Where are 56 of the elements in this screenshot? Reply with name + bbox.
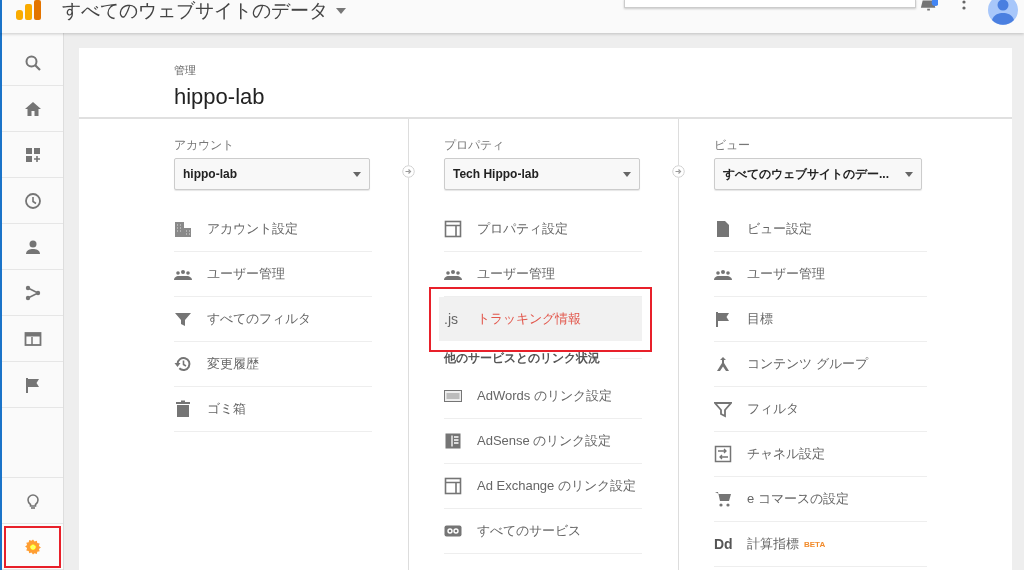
- column-label: アカウント: [174, 137, 235, 151]
- banner-icon: [444, 387, 462, 405]
- menu-item[interactable]: e コマースの設定: [714, 477, 927, 522]
- flag-icon: [714, 310, 732, 328]
- code-icon: Dd: [714, 536, 732, 552]
- bell-icon[interactable]: [920, 0, 938, 12]
- menu-item[interactable]: フィルタ: [714, 387, 927, 432]
- branch-icon: [23, 283, 42, 302]
- page-title: hippo-lab: [174, 84, 266, 110]
- dropdown[interactable]: Tech Hippo-lab: [444, 158, 640, 190]
- window-icon: [23, 329, 42, 348]
- column-label: プロパティ: [444, 137, 505, 151]
- menu-item[interactable]: AdSense のリンク設定: [444, 419, 642, 464]
- caret-icon: [623, 171, 631, 177]
- filter-icon: [714, 400, 732, 418]
- document-icon: [714, 220, 732, 238]
- layout-icon: [444, 220, 462, 238]
- home-icon: [23, 99, 42, 118]
- search-field[interactable]: [624, 0, 916, 8]
- columns-icon: [444, 432, 462, 450]
- menu-item[interactable]: ビュー設定: [714, 207, 927, 252]
- building-icon: [174, 220, 192, 238]
- filter-icon: [174, 310, 192, 328]
- menu-item[interactable]: 目標: [714, 297, 927, 342]
- section-label: 管理: [174, 63, 197, 78]
- history-icon: [174, 355, 192, 373]
- dropdown[interactable]: すべてのウェブサイトのデー...: [714, 158, 922, 190]
- merge-icon: [714, 355, 732, 373]
- menu-item[interactable]: チャネル設定: [714, 432, 927, 477]
- logo-icon: [16, 0, 42, 20]
- beta-label: BETA: [804, 539, 826, 549]
- sidebar-item[interactable]: [2, 524, 63, 570]
- avatar-icon[interactable]: [988, 0, 1018, 25]
- caret-icon: [353, 171, 361, 177]
- section-heading: 他のサービスとのリンク状況: [444, 342, 642, 374]
- search-icon: [23, 53, 42, 72]
- caret-icon: [905, 171, 913, 177]
- menu-item[interactable]: .js トラッキング情報: [439, 297, 642, 342]
- settings-icon: [23, 537, 42, 556]
- code-icon: .js: [444, 311, 462, 327]
- layout-icon: [444, 477, 462, 495]
- column-label: ビュー: [714, 137, 751, 151]
- cart-icon: [714, 490, 732, 508]
- menu-item[interactable]: コンテンツ グループ: [714, 342, 927, 387]
- caret-icon: [336, 7, 346, 14]
- trash-icon: [174, 400, 192, 418]
- arrow-circle-icon: [401, 165, 415, 178]
- dropdown[interactable]: hippo-lab: [174, 158, 370, 190]
- arrow-circle-icon: [671, 165, 685, 178]
- flag-icon: [23, 375, 42, 394]
- menu-item[interactable]: AdWords のリンク設定: [444, 374, 642, 419]
- dashboard-icon: [23, 145, 42, 164]
- channel-icon: [714, 445, 732, 463]
- menu-item[interactable]: Dd 計算指標 BETA: [714, 522, 927, 567]
- menu-item[interactable]: ユーザー管理: [714, 252, 927, 297]
- clock-icon: [23, 191, 42, 210]
